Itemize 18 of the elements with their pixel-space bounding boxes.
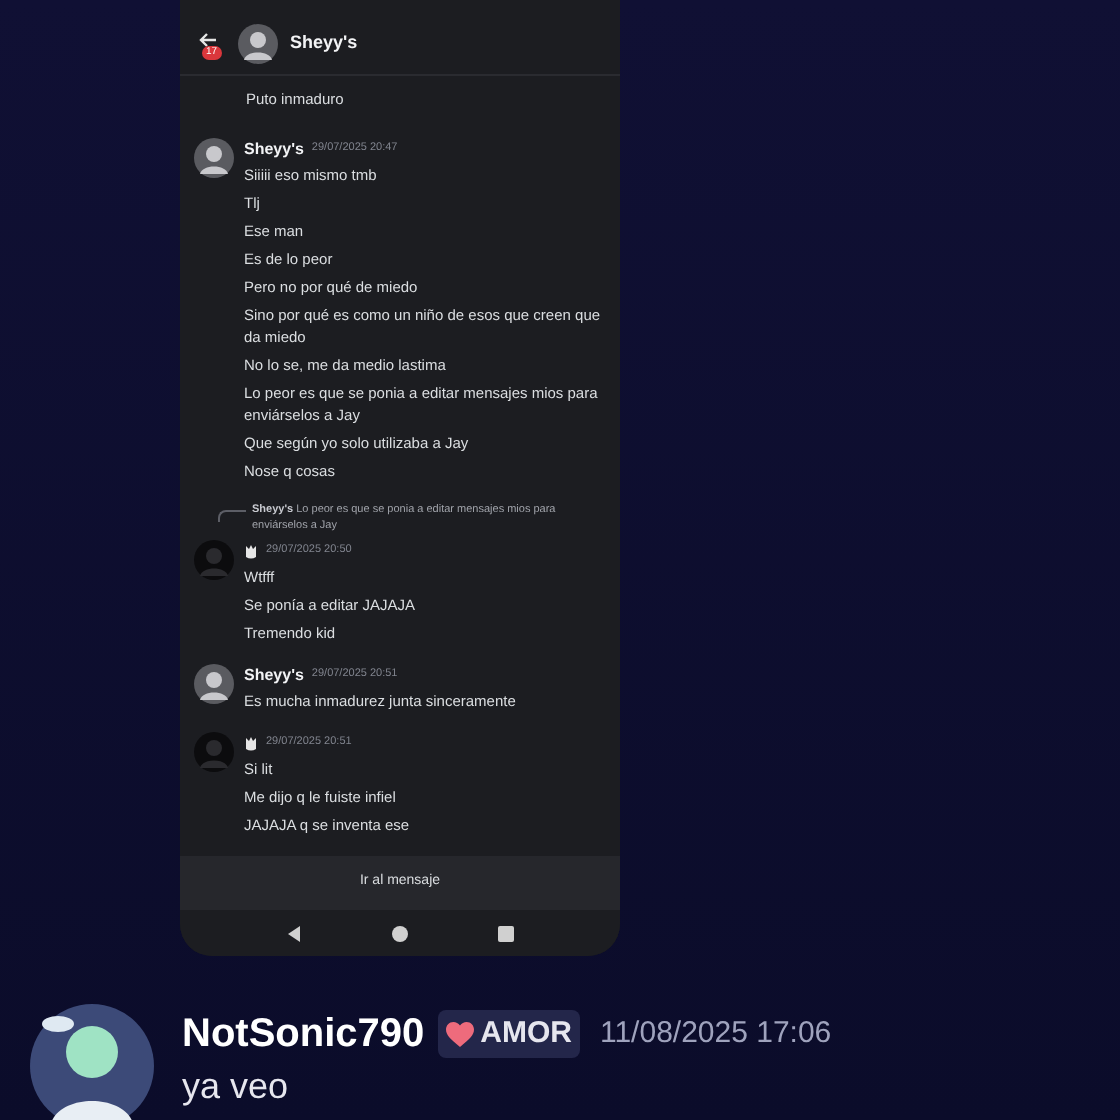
role-tag: AMOR — [438, 1009, 580, 1059]
avatar-icon — [194, 732, 234, 772]
author-name[interactable]: NotSonic790 — [182, 1004, 425, 1064]
avatar-icon — [194, 138, 234, 178]
heart-icon — [446, 1021, 475, 1047]
author-name[interactable]: Sheyy's — [244, 137, 304, 161]
message-text: ya veo — [182, 1064, 291, 1108]
home-nav-icon[interactable] — [391, 925, 408, 941]
recents-nav-icon[interactable] — [498, 925, 515, 941]
avatar-icon — [194, 540, 234, 580]
avatar-icon — [194, 664, 234, 704]
back-nav-icon[interactable] — [285, 925, 302, 941]
author-name[interactable]: Sheyy's — [244, 663, 304, 687]
back-icon[interactable] — [198, 29, 218, 49]
chat-title: Sheyy's — [290, 29, 358, 56]
timestamp: 11/08/2025 17:06 — [599, 1013, 832, 1054]
avatar-icon — [238, 23, 278, 63]
avatar-icon — [30, 1004, 154, 1120]
